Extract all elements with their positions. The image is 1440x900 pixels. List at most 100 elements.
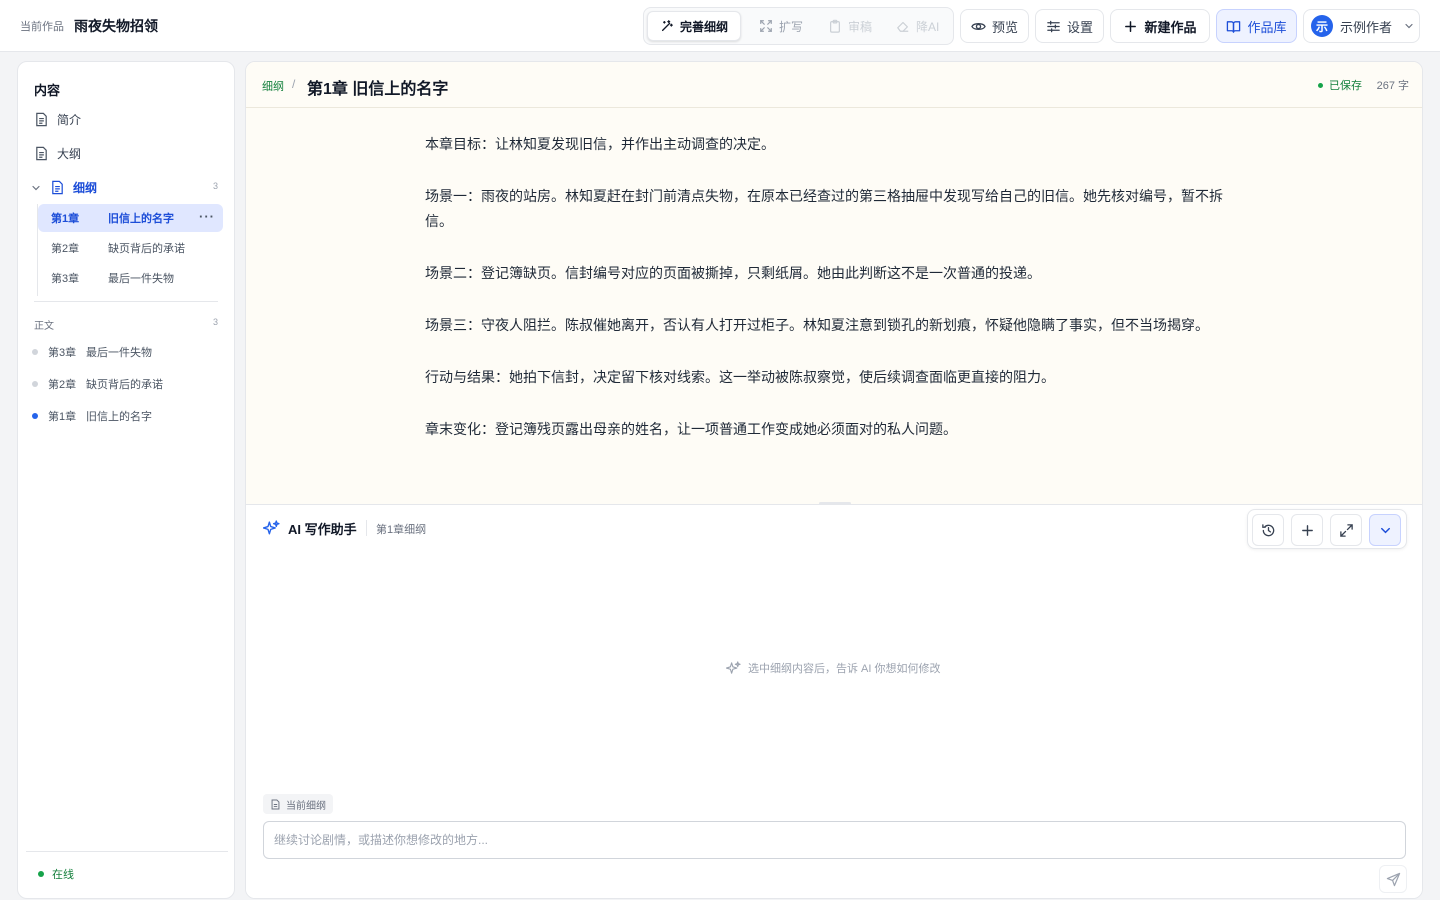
reduce-ai-button[interactable]: 降AI bbox=[884, 11, 951, 41]
chapter-name: 旧信上的名字 bbox=[108, 213, 174, 225]
eraser-icon bbox=[897, 21, 909, 32]
sidebar-item-detail-outline[interactable]: 细纲 bbox=[30, 179, 97, 196]
ai-empty-hint-text: 选中细纲内容后，告诉 AI 你想如何修改 bbox=[748, 663, 941, 675]
maximize-button[interactable] bbox=[1330, 514, 1362, 546]
outline-paragraph[interactable]: 场景二：登记簿缺页。信封编号对应的页面被撕掉，只剩纸屑。她由此判断这不是一次普通… bbox=[425, 261, 1245, 286]
document-icon bbox=[271, 799, 280, 809]
expand-icon bbox=[760, 20, 772, 32]
user-menu-button[interactable]: 示 示例作者 bbox=[1303, 9, 1420, 43]
ai-panel-title: AI 写作助手 bbox=[263, 519, 357, 538]
new-work-button[interactable]: 新建作品 bbox=[1110, 9, 1210, 43]
sidebar-divider bbox=[34, 301, 218, 302]
breadcrumb-parent[interactable]: 细纲 bbox=[262, 78, 284, 94]
library-button[interactable]: 作品库 bbox=[1216, 9, 1297, 43]
title-divider bbox=[366, 520, 367, 536]
online-dot bbox=[38, 871, 44, 877]
context-chip[interactable]: 当前细纲 bbox=[263, 794, 333, 814]
review-button[interactable]: 审稿 bbox=[816, 11, 884, 41]
chapter-name: 最后一件失物 bbox=[86, 347, 152, 359]
preview-button[interactable]: 预览 bbox=[960, 9, 1029, 43]
chapter-name: 旧信上的名字 bbox=[86, 411, 152, 423]
outline-paragraph[interactable]: 场景一：雨夜的站房。林知夏赶在封门前清点失物，在原本已经查过的第三格抽屉中发现写… bbox=[425, 184, 1245, 234]
text-chapter-item[interactable]: 第3章 最后一件失物 bbox=[32, 344, 152, 360]
ai-toolbar bbox=[1247, 509, 1407, 549]
main-panel: 细纲 / 第1章 旧信上的名字 已保存 267 字 本章目标：让林知夏发现旧信，… bbox=[245, 61, 1423, 899]
chevron-down-icon bbox=[1405, 23, 1413, 29]
outline-chapter-item[interactable]: 第3章 最后一件失物 bbox=[38, 264, 223, 292]
detail-outline-count: 3 bbox=[213, 181, 219, 191]
reduce-ai-label: 降AI bbox=[916, 19, 940, 34]
send-button[interactable] bbox=[1379, 865, 1407, 893]
library-label: 作品库 bbox=[1247, 19, 1287, 35]
sidebar-item-outline[interactable]: 大纲 bbox=[34, 145, 81, 162]
chapter-number: 第2章 bbox=[51, 243, 80, 255]
collapse-panel-button[interactable] bbox=[1369, 514, 1401, 546]
status-dot bbox=[32, 349, 38, 355]
ai-assistant-panel: AI 写作助手 第1章细纲 选中细纲内容后，告诉 AI 你想如何修改 当前细纲 bbox=[246, 504, 1422, 898]
context-chip-label: 当前细纲 bbox=[286, 800, 326, 812]
chapter-number: 第3章 bbox=[48, 347, 77, 359]
sidebar-item-outline-label: 大纲 bbox=[57, 147, 82, 161]
outline-chapter-item[interactable]: 第2章 缺页背后的承诺 bbox=[38, 234, 223, 262]
chapter-name: 缺页背后的承诺 bbox=[108, 243, 185, 255]
magic-wand-icon bbox=[661, 20, 673, 32]
ai-empty-hint: 选中细纲内容后，告诉 AI 你想如何修改 bbox=[726, 660, 941, 676]
sliders-icon bbox=[1047, 20, 1060, 32]
chapter-name: 缺页背后的承诺 bbox=[86, 379, 163, 391]
text-chapter-item[interactable]: 第2章 缺页背后的承诺 bbox=[32, 376, 163, 392]
work-title: 雨夜失物招领 bbox=[74, 18, 158, 34]
breadcrumb-separator: / bbox=[292, 77, 296, 91]
outline-paragraph[interactable]: 行动与结果：她拍下信封，决定留下核对线索。这一举动被陈叔察觉，使后续调查面临更直… bbox=[425, 365, 1245, 390]
chapter-number: 第3章 bbox=[51, 273, 80, 285]
outline-paragraph[interactable]: 场景三：守夜人阻拦。陈叔催她离开，否认有人打开过柜子。林知夏注意到锁孔的新划痕，… bbox=[425, 313, 1245, 338]
ai-panel-title-label: AI 写作助手 bbox=[288, 522, 357, 537]
chapter-number: 第1章 bbox=[51, 213, 80, 225]
editor-header: 细纲 / 第1章 旧信上的名字 已保存 267 字 bbox=[246, 62, 1422, 108]
book-open-icon bbox=[1227, 20, 1241, 33]
chapter-number: 第2章 bbox=[48, 379, 77, 391]
current-work-label: 当前作品 bbox=[20, 21, 64, 33]
text-section-label: 正文 bbox=[34, 321, 54, 332]
new-chat-button[interactable] bbox=[1291, 514, 1323, 546]
connection-status-label: 在线 bbox=[52, 869, 74, 881]
avatar: 示 bbox=[1311, 15, 1333, 37]
text-section-count: 3 bbox=[213, 317, 219, 327]
connection-status: 在线 bbox=[38, 866, 74, 882]
chevron-down-icon bbox=[32, 185, 40, 190]
maximize-icon bbox=[1339, 523, 1353, 537]
plus-icon bbox=[1125, 20, 1137, 32]
sidebar-item-detail-outline-label: 细纲 bbox=[73, 181, 98, 195]
sidebar-item-intro-label: 简介 bbox=[57, 113, 82, 127]
review-label: 审稿 bbox=[848, 19, 873, 34]
sidebar-heading: 内容 bbox=[34, 83, 61, 98]
outline-paragraph[interactable]: 本章目标：让林知夏发现旧信，并作出主动调查的决定。 bbox=[425, 132, 1245, 157]
save-status: 已保存 bbox=[1318, 77, 1362, 93]
history-button[interactable] bbox=[1252, 514, 1284, 546]
expand-button[interactable]: 扩写 bbox=[747, 11, 815, 41]
refine-outline-button[interactable]: 完善细纲 bbox=[647, 11, 742, 41]
editor-content[interactable]: 本章目标：让林知夏发现旧信，并作出主动调查的决定。 场景一：雨夜的站房。林知夏赶… bbox=[425, 132, 1245, 469]
ai-context-label: 第1章细纲 bbox=[376, 524, 427, 536]
chapter-number: 第1章 bbox=[48, 411, 77, 423]
sparkle-icon bbox=[263, 520, 280, 535]
saved-label: 已保存 bbox=[1329, 80, 1362, 92]
sidebar-footer-divider bbox=[26, 851, 228, 852]
plus-icon bbox=[1301, 524, 1313, 536]
user-name: 示例作者 bbox=[1340, 19, 1393, 35]
ai-message-input[interactable] bbox=[263, 821, 1406, 859]
document-icon bbox=[52, 180, 63, 195]
outline-chapter-item[interactable]: 第1章 旧信上的名字 ··· bbox=[38, 204, 223, 232]
sidebar-item-intro[interactable]: 简介 bbox=[34, 111, 81, 128]
text-chapter-item[interactable]: 第1章 旧信上的名字 bbox=[32, 408, 152, 424]
content-sidebar: 内容 简介 大纲 细纲 3 第1章 旧信上的名字 ··· 第2章 缺页背后的承诺… bbox=[17, 61, 235, 899]
settings-button[interactable]: 设置 bbox=[1035, 9, 1104, 43]
chevron-down-icon bbox=[1380, 527, 1390, 533]
expand-label: 扩写 bbox=[779, 19, 804, 34]
eye-icon bbox=[971, 22, 986, 30]
saved-dot bbox=[1318, 82, 1323, 88]
settings-label: 设置 bbox=[1066, 19, 1093, 35]
more-options-icon[interactable]: ··· bbox=[199, 209, 215, 224]
outline-editor: 细纲 / 第1章 旧信上的名字 已保存 267 字 本章目标：让林知夏发现旧信，… bbox=[246, 62, 1422, 505]
clipboard-icon bbox=[830, 19, 840, 33]
outline-paragraph[interactable]: 章末变化：登记簿残页露出母亲的姓名，让一项普通工作变成她必须面对的私人问题。 bbox=[425, 417, 1245, 442]
